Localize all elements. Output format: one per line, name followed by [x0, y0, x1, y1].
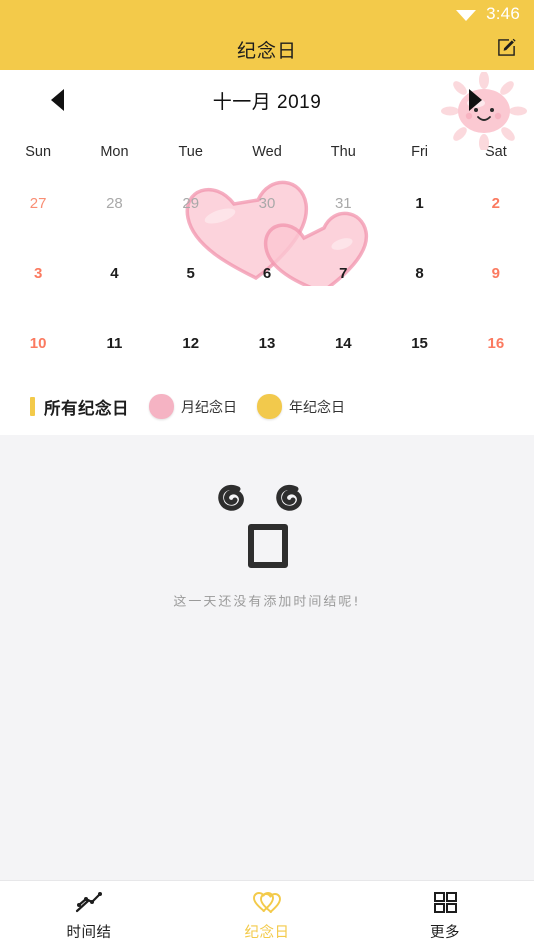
- accent-bar: [30, 397, 35, 416]
- hearts-icon: [252, 889, 282, 915]
- nav-item-label: 纪念日: [244, 924, 290, 941]
- content-area: 这一天还没有添加时间结呢!: [0, 435, 534, 880]
- calendar-grid-wrapper: 27 28 29 30 31 1 2 3 4 5 6 7 8 9 10 11 12 13 14 15 16: [0, 168, 534, 378]
- calendar-day[interactable]: 27: [0, 168, 76, 238]
- calendar-day[interactable]: 12: [153, 308, 229, 378]
- legend-item-label: 年纪念日: [289, 398, 345, 415]
- legend-row: 所有纪念日 月纪念日 年纪念日: [0, 384, 534, 435]
- calendar-day[interactable]: 7: [305, 238, 381, 308]
- yellow-swatch-icon: [257, 394, 282, 419]
- calendar-day[interactable]: 11: [76, 308, 152, 378]
- weekday-label: Tue: [178, 144, 203, 160]
- nav-item-timeline[interactable]: 时间结: [0, 881, 178, 949]
- grid-icon: [430, 889, 460, 915]
- prev-month-button[interactable]: [40, 83, 74, 117]
- spiral-eyes-face-icon: [202, 471, 332, 581]
- calendar-day[interactable]: 14: [305, 308, 381, 378]
- empty-state: 这一天还没有添加时间结呢!: [173, 471, 360, 880]
- calendar-day[interactable]: 8: [381, 238, 457, 308]
- calendar-grid: 27 28 29 30 31 1 2 3 4 5 6 7 8 9 10 11 12 13 14 15 16: [0, 168, 534, 378]
- next-month-button[interactable]: [458, 83, 492, 117]
- nav-item-anniversary[interactable]: 纪念日: [178, 881, 356, 949]
- calendar-day[interactable]: 2: [458, 168, 534, 238]
- triangle-left-icon: [50, 89, 64, 111]
- timeline-icon: [74, 889, 104, 915]
- app-bar: 纪念日: [0, 28, 534, 70]
- calendar-day[interactable]: 1: [381, 168, 457, 238]
- nav-item-label: 时间结: [66, 924, 112, 941]
- weekday-header: Sun Mon Tue Wed Thu Fri Sat: [0, 130, 534, 168]
- calendar-day[interactable]: 15: [381, 308, 457, 378]
- status-bar: 3:46: [0, 0, 534, 28]
- calendar-day[interactable]: 10: [0, 308, 76, 378]
- status-time: 3:46: [486, 4, 520, 23]
- calendar-day[interactable]: 9: [458, 238, 534, 308]
- pink-swatch-icon: [149, 394, 174, 419]
- calendar-day[interactable]: 29: [153, 168, 229, 238]
- edit-button[interactable]: [492, 34, 522, 64]
- empty-state-text: 这一天还没有添加时间结呢!: [173, 595, 361, 610]
- all-anniversaries-filter[interactable]: 所有纪念日: [30, 395, 129, 419]
- weekday-label: Sat: [484, 144, 507, 160]
- nav-item-more[interactable]: 更多: [356, 881, 534, 949]
- calendar-day[interactable]: 6: [229, 238, 305, 308]
- weekday-label: Sun: [25, 144, 52, 160]
- bottom-navigation: 时间结 纪念日 更多: [0, 880, 534, 949]
- calendar-day[interactable]: 13: [229, 308, 305, 378]
- calendar-day[interactable]: 30: [229, 168, 305, 238]
- calendar-day[interactable]: 16: [458, 308, 534, 378]
- weekday-label: Mon: [100, 144, 129, 160]
- nav-item-label: 更多: [430, 924, 460, 941]
- wifi-icon: [455, 6, 477, 22]
- calendar-day[interactable]: 31: [305, 168, 381, 238]
- legend-title: 所有纪念日: [44, 399, 129, 418]
- month-label: 十一月 2019: [212, 91, 322, 113]
- legend-item-monthly[interactable]: 月纪念日: [149, 394, 237, 419]
- calendar-day[interactable]: 3: [0, 238, 76, 308]
- weekday-label: Fri: [411, 144, 429, 160]
- calendar-day[interactable]: 5: [153, 238, 229, 308]
- month-navigation: 十一月 2019: [0, 70, 534, 130]
- legend-item-yearly[interactable]: 年纪念日: [257, 394, 345, 419]
- triangle-right-icon: [468, 89, 482, 111]
- edit-pencil-icon: [495, 35, 519, 64]
- weekday-label: Thu: [330, 144, 356, 160]
- legend-item-label: 月纪念日: [181, 398, 237, 415]
- app-screen: 3:46 纪念日 十一月 2019 Sun Mon Tue Wed Thu Fr…: [0, 0, 534, 949]
- weekday-label: Wed: [252, 144, 282, 160]
- page-title: 纪念日: [236, 40, 297, 62]
- calendar-day[interactable]: 4: [76, 238, 152, 308]
- calendar-day[interactable]: 28: [76, 168, 152, 238]
- calendar-panel: 十一月 2019 Sun Mon Tue Wed Thu Fri Sat 27 …: [0, 70, 534, 384]
